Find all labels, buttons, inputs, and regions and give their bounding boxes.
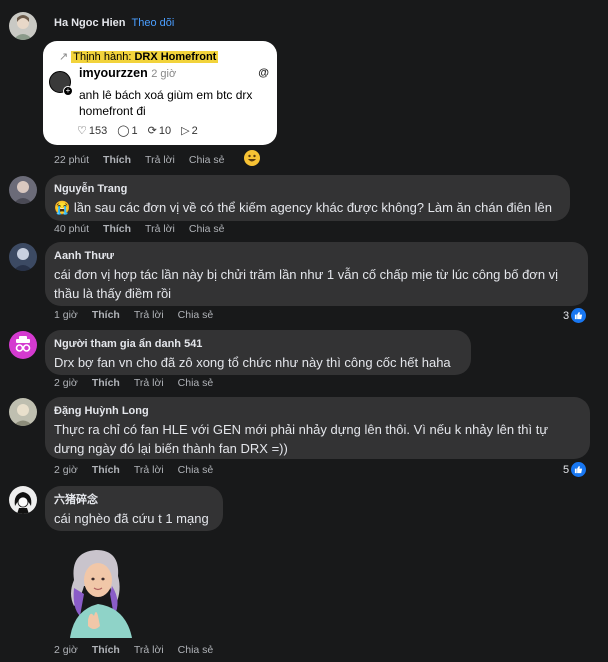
avatar[interactable] <box>9 12 37 40</box>
comment-text: Thực ra chỉ có fan HLE với GEN mới phải … <box>54 422 549 437</box>
thumbs-up-icon <box>571 308 587 323</box>
share-button[interactable]: Chia sẻ <box>178 309 214 321</box>
timestamp[interactable]: 40 phút <box>54 223 89 235</box>
like-button[interactable]: Thích <box>103 223 131 235</box>
follow-plus-icon: + <box>63 86 73 96</box>
commenter-name[interactable]: Người tham gia ẩn danh 541 <box>54 337 459 351</box>
like-button[interactable]: Thích <box>92 377 120 389</box>
timestamp[interactable]: 1 giờ <box>54 309 78 321</box>
timestamp[interactable]: 2 giờ <box>54 644 78 656</box>
grinning-face-icon <box>244 150 260 166</box>
comment-text: Drx bợ fan vn cho đã zô xong tổ chức như… <box>54 355 451 370</box>
comment-text-line-2: dưng ngày đó lại biến thành fan DRX =)) <box>54 441 288 456</box>
threads-stats: ♡ 153 ◯ 1 ⟳ 10 ▷ 2 <box>77 124 198 138</box>
comment-1: Ha Ngoc Hien Theo dõi ↗ Thịnh hành: DRX H… <box>0 0 608 170</box>
comment-actions: 2 giờ Thích Trả lời Chia sẻ <box>54 377 227 389</box>
share-button[interactable]: Chia sẻ <box>178 644 214 656</box>
share-button[interactable]: Chia sẻ <box>178 377 214 389</box>
comment-text-line-2: thầu là thấy điềm rồi <box>54 286 172 301</box>
send-icon: ▷ <box>181 125 190 137</box>
reply-button[interactable]: Trả lời <box>145 223 175 235</box>
comment-text: 😭 lần sau các đơn vị về có thể kiếm agen… <box>54 200 552 215</box>
reaction-count[interactable]: 5 <box>563 462 587 477</box>
like-button[interactable]: Thích <box>103 154 131 166</box>
commenter-name[interactable]: Aanh Thưư <box>54 249 576 263</box>
comment-text: cái đơn vị hợp tác lần này bị chửi trăm … <box>54 267 559 282</box>
threads-screenshot[interactable]: ↗ Thịnh hành: DRX Homefront + imyourzzen… <box>43 41 277 145</box>
like-button[interactable]: Thích <box>92 309 120 321</box>
trend-label: ↗ Thịnh hành: DRX Homefront <box>59 51 219 63</box>
comment-actions: 40 phút Thích Trả lời Chia sẻ <box>54 223 239 235</box>
avatar-sticker <box>60 546 142 638</box>
sad-face-icon: 😭 <box>54 200 71 215</box>
reaction-count[interactable]: 3 <box>563 308 587 323</box>
timestamp[interactable]: 22 phút <box>54 154 89 166</box>
share-button[interactable]: Chia sẻ <box>189 223 225 235</box>
avatar[interactable] <box>9 243 37 271</box>
comment-icon: ◯ <box>117 125 130 137</box>
avatar[interactable] <box>9 398 37 426</box>
commenter-name[interactable]: 六猪碎念 <box>54 493 211 507</box>
comment-bubble[interactable]: Aanh Thưư cái đơn vị hợp tác lần này bị … <box>45 242 588 306</box>
reply-button[interactable]: Trả lời <box>134 309 164 321</box>
share-button[interactable]: Chia sẻ <box>189 154 225 166</box>
reply-button[interactable]: Trả lời <box>145 154 175 166</box>
comment-bubble[interactable]: Nguyễn Trang 😭 lần sau các đơn vị về có … <box>45 175 570 221</box>
threads-logo-icon: @ <box>258 67 269 79</box>
commenter-name[interactable]: Đặng Huỳnh Long <box>54 404 578 418</box>
comment-actions: 2 giờ Thích Trả lời Chia sẻ <box>54 644 227 656</box>
commenter-name[interactable]: Ha Ngoc Hien Theo dõi <box>54 16 174 30</box>
repost-icon: ⟳ <box>147 125 157 137</box>
threads-username: imyourzzen 2 giờ <box>79 66 177 80</box>
comment-text: cái nghèo đã cứu t 1 mạng <box>54 511 209 526</box>
like-button[interactable]: Thích <box>92 644 120 656</box>
comment-bubble[interactable]: Đặng Huỳnh Long Thực ra chỉ có fan HLE v… <box>45 397 590 459</box>
reply-button[interactable]: Trả lời <box>134 377 164 389</box>
avatar[interactable] <box>9 486 37 514</box>
share-button[interactable]: Chia sẻ <box>178 464 214 476</box>
comment-actions: 1 giờ Thích Trả lời Chia sẻ <box>54 309 227 321</box>
anonymous-avatar-icon[interactable] <box>9 331 37 359</box>
timestamp[interactable]: 2 giờ <box>54 377 78 389</box>
comment-actions: 2 giờ Thích Trả lời Chia sẻ <box>54 464 227 476</box>
reply-button[interactable]: Trả lời <box>134 644 164 656</box>
comment-actions: 22 phút Thích Trả lời Chia sẻ <box>54 154 239 166</box>
follow-link[interactable]: Theo dõi <box>132 17 175 29</box>
like-button[interactable]: Thích <box>92 464 120 476</box>
avatar[interactable] <box>9 176 37 204</box>
commenter-name[interactable]: Nguyễn Trang <box>54 182 558 196</box>
timestamp[interactable]: 2 giờ <box>54 464 78 476</box>
reply-button[interactable]: Trả lời <box>134 464 164 476</box>
comment-bubble[interactable]: 六猪碎念 cái nghèo đã cứu t 1 mạng <box>45 486 223 531</box>
threads-post-text: anh lê bách xoá giùm em btc drx homefron… <box>79 88 253 118</box>
heart-icon: ♡ <box>77 125 87 137</box>
thumbs-up-icon <box>571 462 587 477</box>
comment-bubble[interactable]: Người tham gia ẩn danh 541 Drx bợ fan vn… <box>45 330 471 375</box>
